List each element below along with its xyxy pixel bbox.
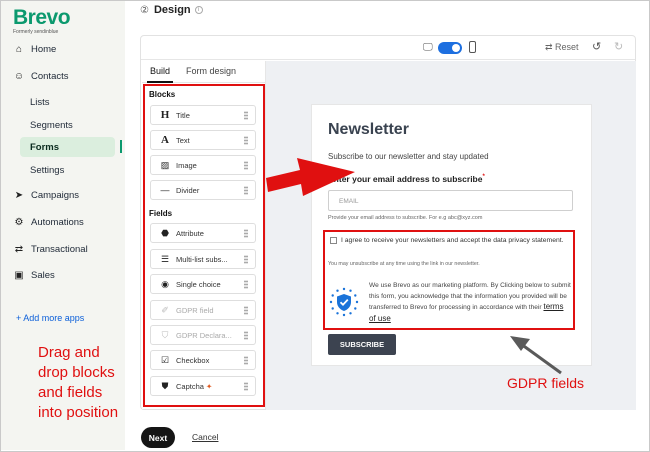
gray-arrow [510, 336, 562, 375]
cancel-link[interactable]: Cancel [192, 432, 218, 442]
annotation-arrows [266, 158, 562, 375]
next-button[interactable]: Next [141, 427, 175, 448]
red-arrow [266, 158, 355, 196]
